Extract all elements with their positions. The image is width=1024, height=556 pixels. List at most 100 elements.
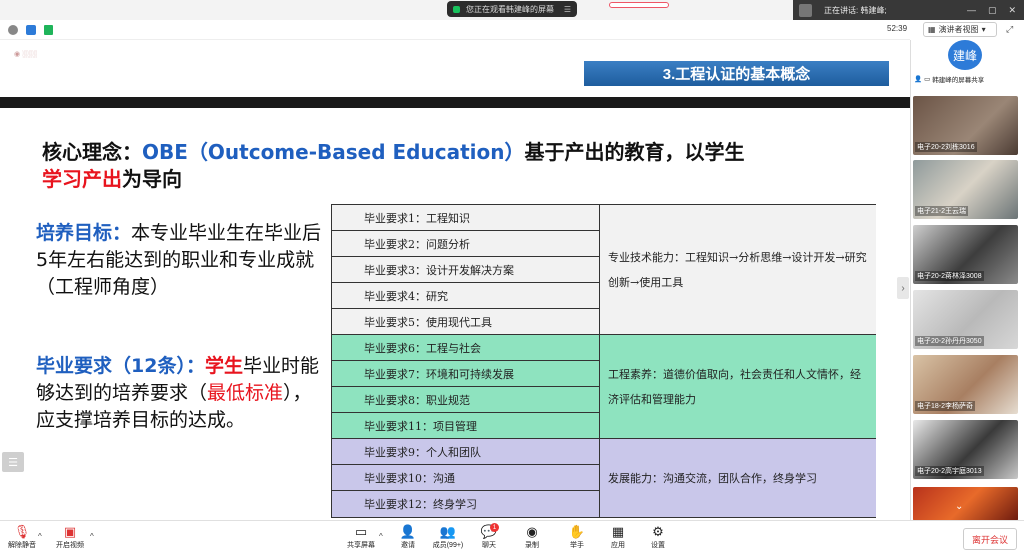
info-icon[interactable] bbox=[8, 25, 18, 35]
apps-icon: ▦ bbox=[611, 524, 625, 539]
tile-caption: 电子21-2王云瑞 bbox=[915, 206, 969, 216]
person-icon: 👤 bbox=[914, 76, 923, 83]
shield-icon[interactable] bbox=[26, 25, 36, 35]
chevron-up-icon[interactable]: ^ bbox=[38, 532, 42, 541]
meeting-timer: 52:39 bbox=[887, 24, 908, 33]
settings-button[interactable]: ⚙ 设置 bbox=[638, 524, 678, 550]
share-screen-label: 共享屏幕 bbox=[347, 542, 375, 549]
video-tile[interactable]: 电子21-2王云瑞 bbox=[913, 160, 1018, 219]
tile-caption: 电子20-2高宇庭3013 bbox=[915, 466, 984, 476]
invite-button[interactable]: 👤 邀请 bbox=[388, 524, 428, 550]
requirements-table: 毕业要求1：工程知识 毕业要求2：问题分析 毕业要求3：设计开发解决方案 毕业要… bbox=[331, 204, 876, 518]
audio-level-bar bbox=[609, 2, 669, 8]
host-caption-text: 韩建峰的屏幕共享 bbox=[932, 77, 985, 84]
view-mode-button[interactable]: ▦ 演讲者视图 ▾ bbox=[923, 22, 997, 37]
share-status-icon bbox=[453, 5, 460, 13]
req-label: 毕业要求（12条）： bbox=[36, 355, 205, 377]
apps-button[interactable]: ▦ 应用 bbox=[598, 524, 638, 550]
host-avatar: 建峰 bbox=[948, 40, 982, 70]
table-row: 毕业要求1：工程知识 bbox=[332, 205, 599, 231]
members-label: 成员(99+) bbox=[432, 542, 464, 549]
ability-group-technical: 专业技术能力：工程知识→分析思维→设计开发→研究创新→使用工具 bbox=[600, 205, 876, 335]
record-icon: ◉ bbox=[526, 524, 538, 539]
unmute-button[interactable]: 🎙 解除静音 bbox=[2, 524, 42, 550]
table-row: 毕业要求5：使用现代工具 bbox=[332, 309, 599, 335]
section-title: 3.工程认证的基本概念 bbox=[584, 61, 889, 86]
chat-badge: 1 bbox=[490, 523, 499, 532]
table-row: 毕业要求4：研究 bbox=[332, 283, 599, 309]
core-tail: 基于产出的教育，以学生 bbox=[524, 140, 745, 164]
info-bar bbox=[0, 20, 910, 40]
maximize-icon[interactable]: ▢ bbox=[988, 5, 997, 16]
signal-icon[interactable] bbox=[44, 25, 53, 35]
table-row: 毕业要求8：职业规范 bbox=[332, 387, 599, 413]
video-tile[interactable]: 电子20-2孙丹丹3050 bbox=[913, 290, 1018, 349]
grid-icon: ▦ bbox=[928, 25, 936, 34]
menu-icon[interactable]: ☰ bbox=[564, 5, 571, 14]
start-video-button[interactable]: ▣ 开启视频 bbox=[50, 524, 90, 550]
raise-hand-button[interactable]: ✋ 举手 bbox=[557, 524, 597, 550]
leave-meeting-button[interactable]: 离开会议 bbox=[963, 528, 1017, 550]
minimize-icon[interactable]: — bbox=[967, 5, 976, 16]
record-button[interactable]: ◉ 录制 bbox=[512, 524, 552, 550]
ability-group-development: 发展能力：沟通交流，团队合作，终身学习 bbox=[600, 439, 876, 517]
video-tile[interactable]: 电子20-2高宇庭3013 bbox=[913, 420, 1018, 479]
video-tile[interactable]: 电子20-2蒋林泽3008 bbox=[913, 225, 1018, 284]
start-video-label: 开启视频 bbox=[56, 542, 84, 549]
gear-icon: ⚙ bbox=[652, 524, 664, 539]
fullscreen-icon[interactable]: ⤢ bbox=[1006, 24, 1013, 35]
meeting-window: 您正在观看韩建峰的屏幕 ☰ 正在讲话: 韩建峰; — ▢ ✕ 52:39 ▦ 演… bbox=[0, 0, 1024, 556]
members-icon: 👥 bbox=[439, 524, 457, 539]
list-toggle-icon[interactable]: ☰ bbox=[2, 452, 24, 472]
ability-group-literacy: 工程素养：道德价值取向，社会责任和人文情怀，经济评估和管理能力 bbox=[600, 335, 876, 439]
collapse-panel-chevron-icon[interactable]: › bbox=[897, 277, 909, 299]
ability-column: 专业技术能力：工程知识→分析思维→设计开发→研究创新→使用工具 工程素养：道德价… bbox=[599, 205, 876, 517]
speaking-indicator: 正在讲话: 韩建峰; — ▢ ✕ bbox=[793, 0, 1024, 20]
chevron-up-icon[interactable]: ^ bbox=[379, 532, 383, 541]
chevron-up-icon[interactable]: ^ bbox=[90, 532, 94, 541]
core-highlight: 学习产出 bbox=[42, 167, 122, 191]
share-notice-text: 您正在观看韩建峰的屏幕 bbox=[466, 4, 554, 14]
window-controls: — ▢ ✕ bbox=[967, 5, 1016, 16]
table-row: 毕业要求3：设计开发解决方案 bbox=[332, 257, 599, 283]
share-screen-button[interactable]: ▭ 共享屏幕 bbox=[341, 524, 381, 550]
core-lead: 核心理念： bbox=[42, 140, 142, 164]
training-goal: 培养目标：本专业毕业生在毕业后5年左右能达到的职业和专业成就（工程师角度） bbox=[36, 220, 328, 301]
tile-caption: 电子18-2李杨萨奇 bbox=[915, 401, 976, 411]
table-row: 毕业要求6：工程与社会 bbox=[332, 335, 599, 361]
chat-label: 聊天 bbox=[482, 542, 496, 549]
obe-term: OBE（Outcome-Based Education） bbox=[142, 140, 525, 164]
slide-divider bbox=[0, 97, 910, 108]
video-tile[interactable] bbox=[913, 487, 1018, 521]
screen-share-notice[interactable]: 您正在观看韩建峰的屏幕 ☰ bbox=[447, 1, 577, 17]
table-row: 毕业要求10：沟通 bbox=[332, 465, 599, 491]
mic-muted-icon: 🎙 bbox=[13, 524, 31, 539]
share-screen-icon: ▭ bbox=[354, 524, 368, 539]
hand-icon: ✋ bbox=[568, 524, 586, 539]
record-label: 录制 bbox=[525, 542, 539, 549]
chat-button[interactable]: 💬 聊天 bbox=[469, 524, 509, 550]
speaking-text: 正在讲话: 韩建峰; bbox=[824, 5, 887, 15]
chevron-down-icon[interactable]: ⌄ bbox=[955, 501, 963, 512]
unmute-label: 解除静音 bbox=[8, 542, 36, 549]
speaker-avatar bbox=[799, 3, 812, 17]
invite-label: 邀请 bbox=[401, 542, 415, 549]
view-mode-label: 演讲者视图 bbox=[938, 25, 979, 34]
table-row: 毕业要求12：终身学习 bbox=[332, 491, 599, 517]
table-row: 毕业要求9：个人和团队 bbox=[332, 439, 599, 465]
video-tile[interactable]: 电子18-2李杨萨奇 bbox=[913, 355, 1018, 414]
requirements-column: 毕业要求1：工程知识 毕业要求2：问题分析 毕业要求3：设计开发解决方案 毕业要… bbox=[332, 205, 599, 517]
screen-icon: ▭ bbox=[924, 76, 931, 83]
table-row: 毕业要求2：问题分析 bbox=[332, 231, 599, 257]
invite-icon: 👤 bbox=[399, 524, 417, 539]
core-concept: 核心理念：OBE（Outcome-Based Education）基于产出的教育… bbox=[42, 139, 822, 193]
camera-off-icon: ▣ bbox=[63, 524, 77, 539]
tile-caption: 电子20-2刘栋3016 bbox=[915, 142, 977, 152]
video-tile[interactable]: 电子20-2刘栋3016 bbox=[913, 96, 1018, 155]
table-row: 毕业要求7：环境和可持续发展 bbox=[332, 361, 599, 387]
host-caption: 👤 ▭ 韩建峰的屏幕共享 bbox=[914, 74, 1020, 84]
members-button[interactable]: 👥 成员(99+) bbox=[428, 524, 468, 550]
slide-logo-icon: ◉ ░░░ bbox=[14, 51, 37, 58]
close-icon[interactable]: ✕ bbox=[1008, 5, 1016, 16]
settings-label: 设置 bbox=[651, 542, 665, 549]
